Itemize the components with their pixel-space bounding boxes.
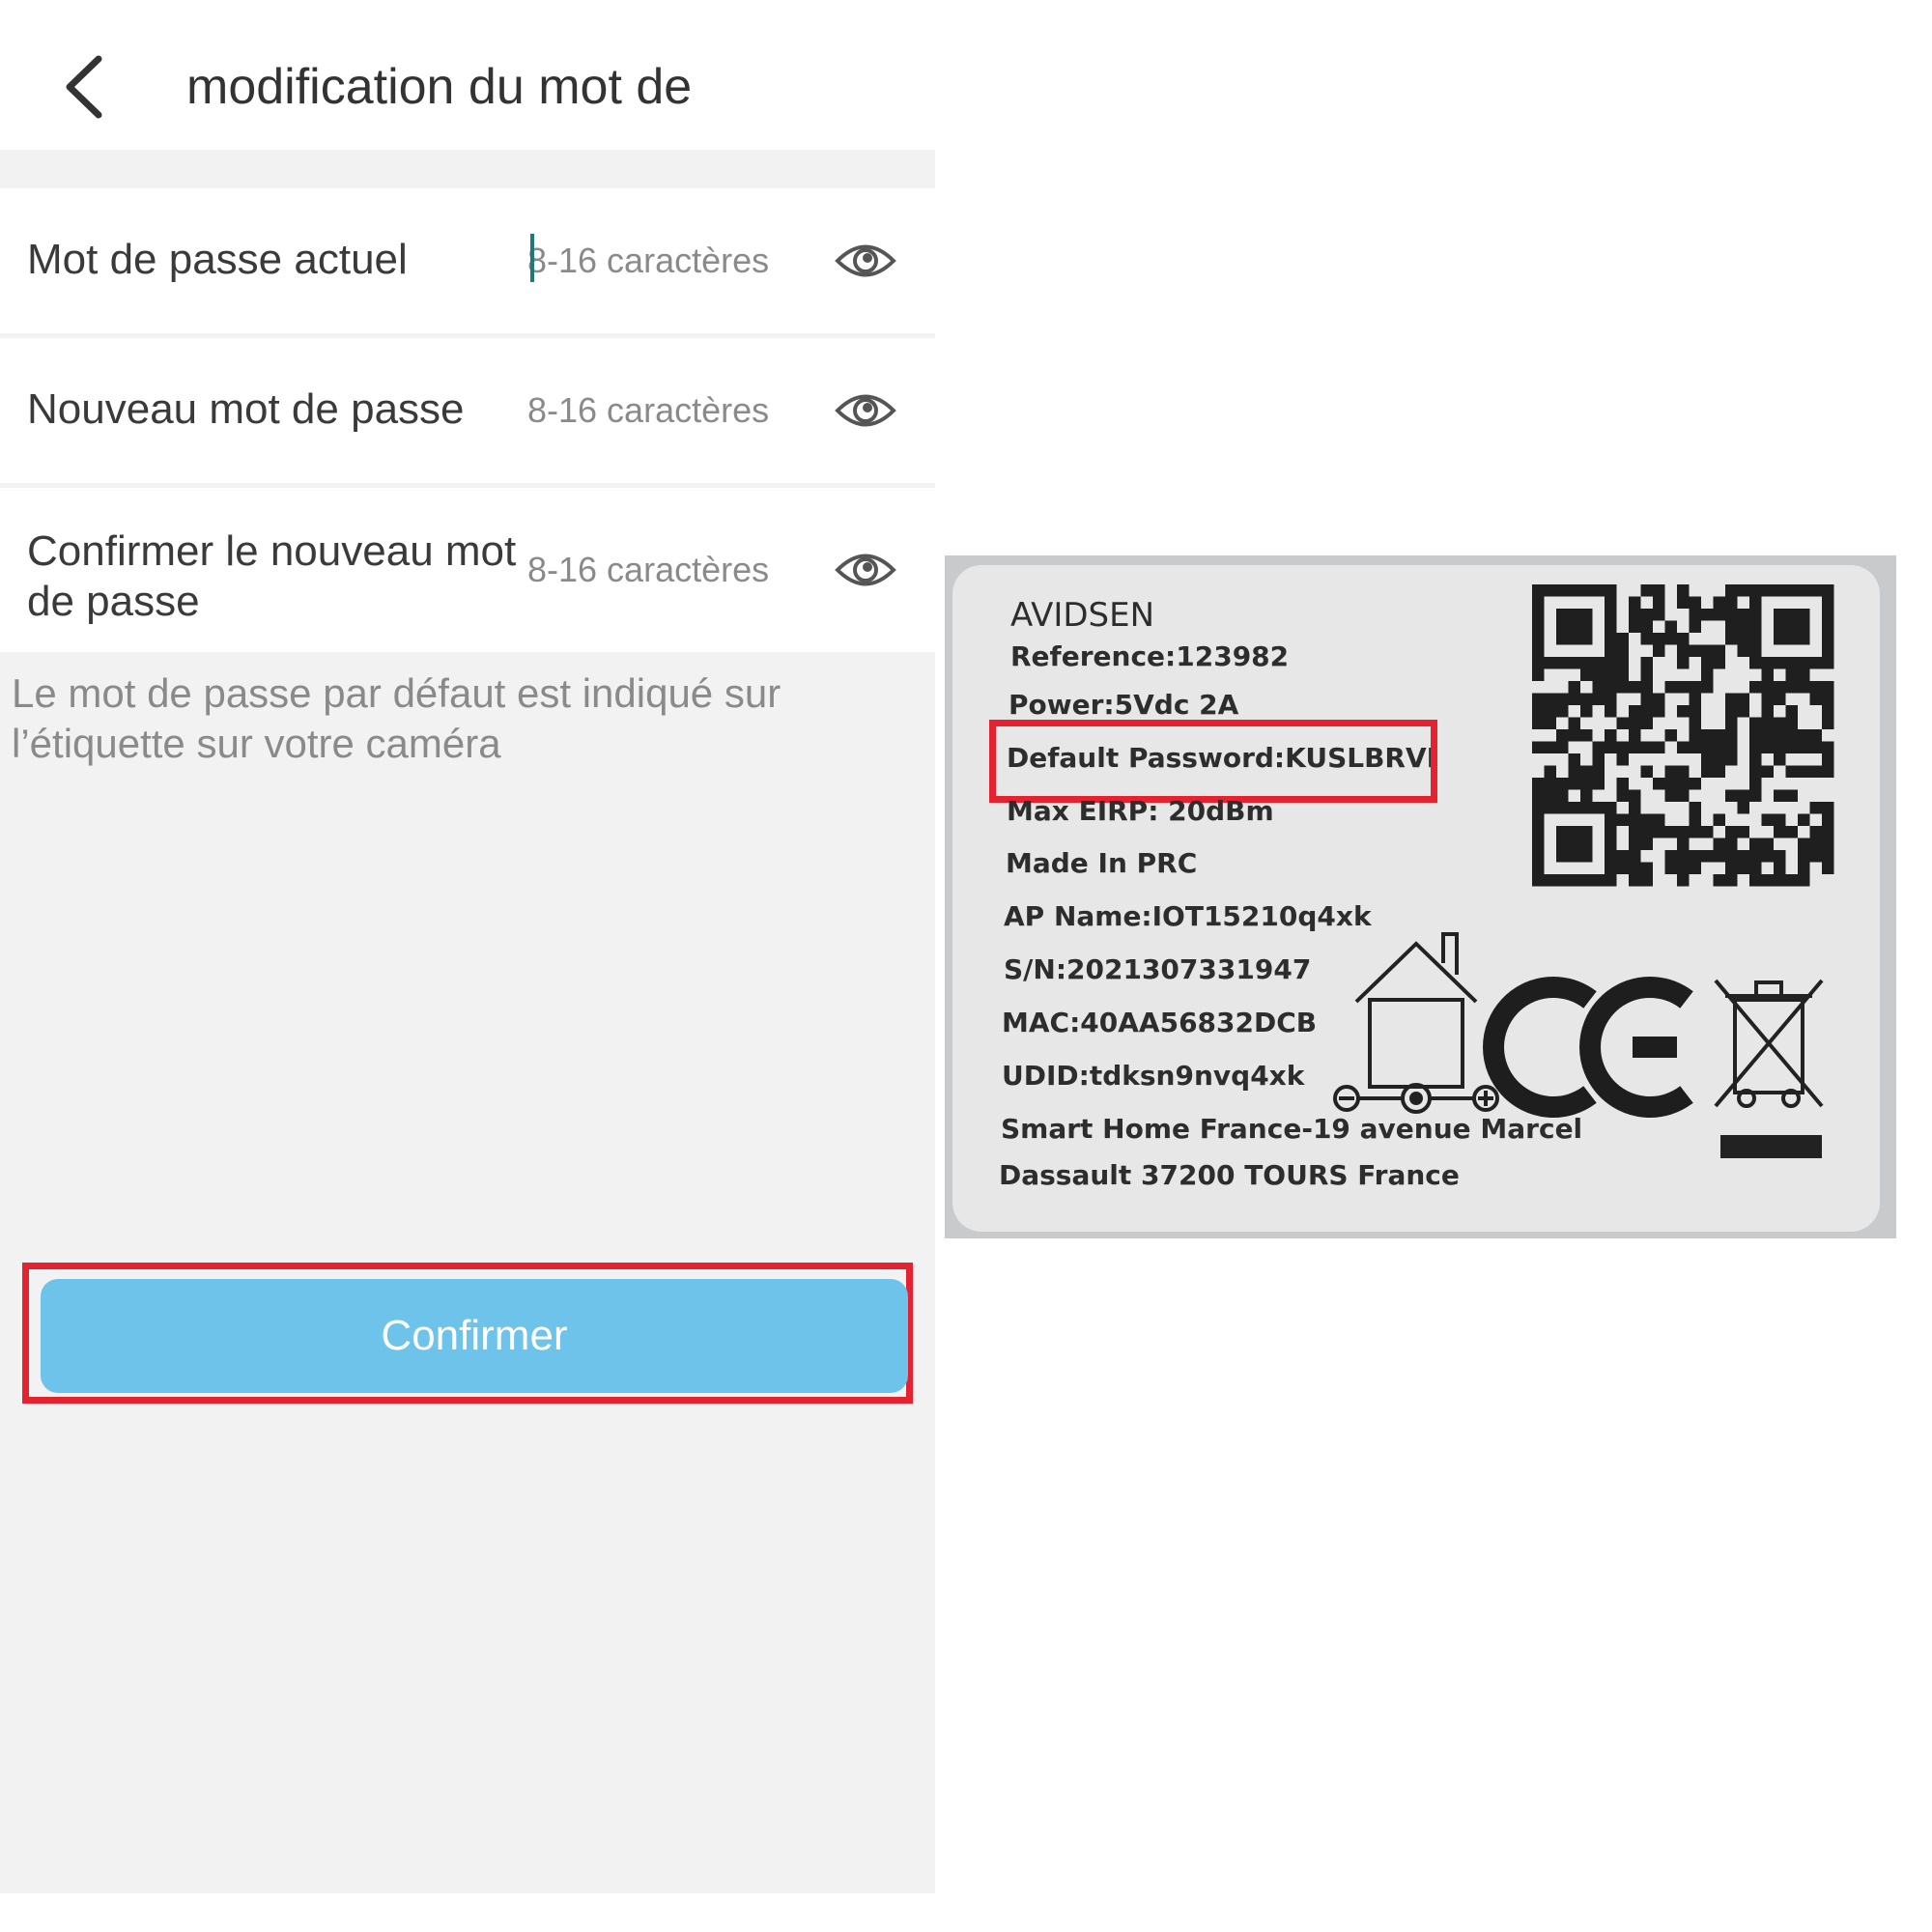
confirm-password-row: Confirmer le nouveau mot de passe xyxy=(0,488,935,652)
label-symbols xyxy=(1333,584,1834,1158)
current-password-input[interactable] xyxy=(527,232,817,290)
indoor-use-icon xyxy=(1333,932,1499,1114)
confirm-password-label: Confirmer le nouveau mot de passe xyxy=(27,527,517,625)
camera-label: AVIDSEN Reference:123982 Power:5Vdc 2A D… xyxy=(952,565,1880,1232)
eye-icon[interactable] xyxy=(835,230,896,292)
new-password-row: Nouveau mot de passe xyxy=(0,338,935,483)
confirm-highlight: Confirmer xyxy=(22,1263,913,1404)
ce-mark-icon xyxy=(1483,977,1693,1118)
eye-icon[interactable] xyxy=(835,539,896,601)
confirm-password-input[interactable] xyxy=(527,541,817,599)
default-password-hint: Le mot de passe par défaut est indiqué s… xyxy=(12,670,781,766)
weee-bin-icon xyxy=(1714,979,1824,1108)
camera-label-photo: AVIDSEN Reference:123982 Power:5Vdc 2A D… xyxy=(945,555,1896,1238)
current-password-row: Mot de passe actuel xyxy=(0,188,935,333)
confirm-button[interactable]: Confirmer xyxy=(41,1279,908,1393)
new-password-label: Nouveau mot de passe xyxy=(27,385,465,433)
qr-code-icon xyxy=(1532,584,1834,887)
chevron-left-icon[interactable] xyxy=(56,53,110,121)
text-caret xyxy=(530,234,534,282)
header-bar: modification du mot de xyxy=(0,0,935,150)
password-change-screen: modification du mot de Mot de passe actu… xyxy=(0,0,935,1893)
eye-icon[interactable] xyxy=(835,380,896,441)
new-password-input[interactable] xyxy=(527,382,817,440)
weee-bar xyxy=(1720,1135,1822,1158)
page-title: modification du mot de xyxy=(186,59,693,115)
current-password-label: Mot de passe actuel xyxy=(27,236,408,283)
